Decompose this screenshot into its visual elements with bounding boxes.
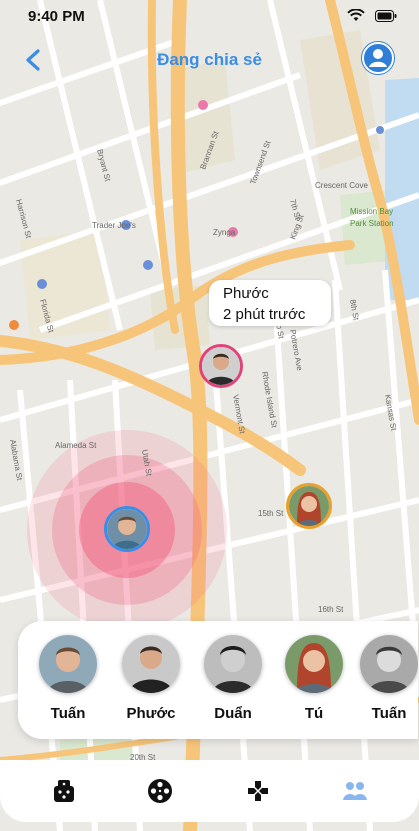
map-label: Mission Bay — [350, 207, 393, 216]
wifi-icon — [347, 9, 365, 21]
map-label: 16th St — [318, 605, 344, 614]
friend-name: Tú — [304, 705, 324, 722]
callout-name: Phước — [223, 285, 269, 302]
callout-time: 2 phút trước — [223, 306, 306, 323]
location-callout[interactable]: Phước 2 phút trước — [209, 280, 331, 326]
poi-icon[interactable] — [198, 100, 208, 110]
friends-carousel[interactable]: Tuấn Phước Duẩn Tú Tuấn — [18, 621, 418, 739]
friend-name: Tuấn — [371, 705, 407, 722]
friend-item[interactable]: Tuấn — [352, 635, 418, 722]
map-avatar-tu[interactable] — [286, 483, 332, 529]
avatar — [204, 635, 262, 693]
map-label: Alameda St — [55, 441, 97, 450]
map-label: Crescent Cove — [315, 181, 368, 190]
avatar — [285, 635, 343, 693]
user-avatar-icon — [362, 42, 394, 74]
map-label: 15th St — [258, 509, 284, 518]
status-bar: 9:40 PM — [0, 0, 419, 32]
map-avatar-phuoc[interactable] — [199, 344, 243, 388]
poi-icon[interactable] — [143, 260, 153, 270]
friend-item[interactable]: Phước — [114, 635, 188, 722]
battery-icon — [375, 9, 397, 22]
poi-icon[interactable] — [9, 320, 19, 330]
friend-item[interactable]: Tuấn — [31, 635, 105, 722]
poi-icon[interactable] — [376, 126, 384, 134]
app-screen: Trader Joe's Zynga Crescent Cove Mission… — [0, 0, 419, 831]
tab-people[interactable] — [340, 776, 370, 806]
people-icon — [343, 782, 367, 800]
tab-film[interactable] — [145, 776, 175, 806]
gamepad-dpad-icon — [248, 781, 268, 801]
friend-name: Phước — [126, 705, 176, 722]
top-bar: Đang chia sẻ — [0, 38, 419, 82]
page-title: Đang chia sẻ — [157, 50, 262, 69]
tab-games[interactable] — [243, 776, 273, 806]
friend-item[interactable]: Tú — [277, 635, 351, 722]
bottom-tab-bar — [0, 760, 419, 822]
avatar — [202, 347, 240, 385]
friend-item[interactable]: Duẩn — [196, 635, 270, 722]
map-avatar-tuan[interactable] — [104, 506, 150, 552]
avatar — [360, 635, 418, 693]
friend-name: Tuấn — [50, 705, 86, 722]
avatar — [39, 635, 97, 693]
tab-dice[interactable] — [49, 776, 79, 806]
avatar — [289, 486, 329, 526]
poi-icon[interactable] — [37, 279, 47, 289]
map-label: Trader Joe's — [92, 221, 136, 230]
avatar — [122, 635, 180, 693]
friend-name: Duẩn — [214, 705, 252, 722]
status-time: 9:40 PM — [28, 8, 85, 25]
film-reel-icon — [148, 779, 172, 803]
avatar — [107, 509, 147, 549]
profile-button[interactable] — [361, 41, 395, 75]
map-label: Park Station — [350, 219, 394, 228]
dice-icon — [54, 780, 74, 802]
map-label: Zynga — [213, 228, 236, 237]
